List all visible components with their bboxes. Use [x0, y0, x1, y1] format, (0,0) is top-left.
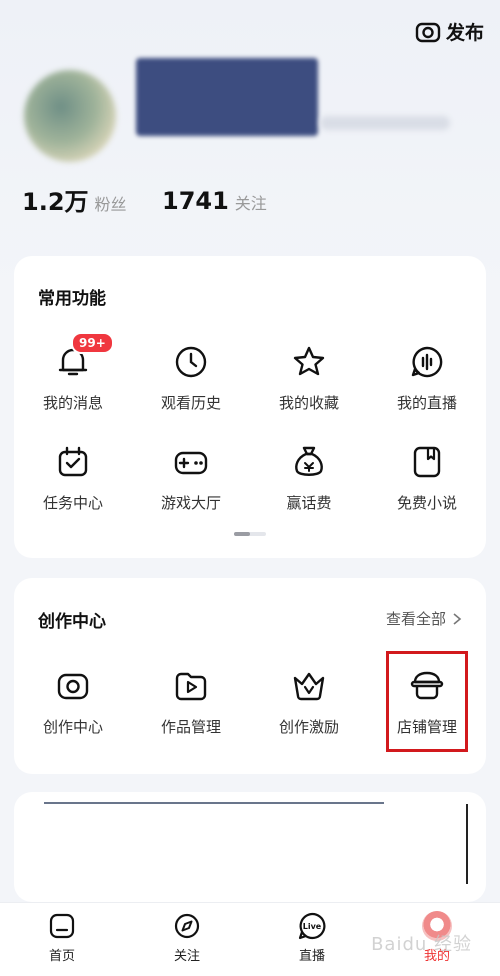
grid-item-label: 免费小说 — [396, 494, 457, 512]
common-functions-title: 常用功能 — [38, 289, 106, 309]
grid-item-game-hall[interactable]: 游戏大厅 — [132, 442, 250, 513]
fans-stat[interactable]: 1.2万 粉丝 — [22, 190, 127, 217]
grid-item-win-credit[interactable]: 赢话费 — [250, 442, 368, 513]
user-id-blurred — [320, 116, 450, 130]
grid-item-favorites[interactable]: 我的收藏 — [250, 342, 368, 413]
grid-item-label: 创作激励 — [278, 718, 339, 736]
nav-label: 直播 — [298, 949, 325, 964]
grid-item-works-management[interactable]: 作品管理 — [132, 666, 250, 737]
grid-item-task-center[interactable]: 任务中心 — [14, 442, 132, 513]
view-all-link[interactable]: 查看全部 — [386, 608, 462, 629]
crown-icon — [293, 672, 325, 701]
profile-stats: 1.2万 粉丝 1741 关注 — [22, 190, 322, 230]
username-blurred — [136, 58, 318, 136]
grid-item-label: 观看历史 — [160, 394, 221, 412]
grid-item-my-live[interactable]: 我的直播 — [368, 342, 486, 413]
compass-icon — [174, 913, 200, 939]
message-badge: 99+ — [71, 332, 114, 354]
fans-count: 1.2万 — [22, 190, 89, 216]
video-folder-icon — [175, 672, 207, 701]
page-indicator-active — [234, 532, 250, 536]
live-icon — [411, 346, 443, 378]
chevron-right-icon — [453, 612, 462, 625]
grid-item-messages[interactable]: 99+ 我的消息 — [14, 332, 132, 413]
camera-icon — [57, 673, 89, 700]
grid-item-label: 赢话费 — [286, 494, 332, 512]
nav-item-home[interactable]: 首页 — [22, 911, 102, 964]
watermark: Baidu 经验 — [371, 934, 472, 955]
live-tv-icon: Live — [298, 912, 326, 940]
publish-button[interactable]: 发布 — [415, 18, 484, 45]
nav-item-follow[interactable]: 关注 — [147, 911, 227, 964]
following-label: 关注 — [234, 194, 267, 213]
grid-item-free-novels[interactable]: 免费小说 — [368, 442, 486, 513]
publish-label: 发布 — [445, 22, 484, 44]
highlight-box — [386, 651, 468, 752]
grid-item-label: 任务中心 — [42, 494, 103, 512]
grid-item-label: 游戏大厅 — [160, 494, 221, 512]
home-icon — [49, 913, 75, 939]
grid-item-history[interactable]: 观看历史 — [132, 342, 250, 413]
gamepad-icon — [174, 451, 208, 475]
banner-card[interactable] — [14, 792, 486, 902]
avatar[interactable] — [24, 70, 116, 162]
following-stat[interactable]: 1741 关注 — [162, 190, 267, 215]
grid-item-creator-center[interactable]: 创作中心 — [14, 666, 132, 737]
star-icon — [293, 346, 325, 376]
following-count: 1741 — [162, 190, 229, 215]
creator-center-title: 创作中心 — [38, 612, 106, 632]
grid-item-label: 我的直播 — [396, 394, 457, 412]
camera-icon — [415, 22, 441, 42]
banner-divider — [466, 804, 468, 884]
book-icon — [413, 446, 441, 478]
common-functions-card: 常用功能 99+ 我的消息 观看历史 我的收藏 我的直播 任务中心 游戏大厅 赢… — [14, 256, 486, 558]
nav-label: 关注 — [173, 949, 200, 964]
banner-decoration — [44, 802, 384, 804]
grid-item-label: 创作中心 — [42, 718, 103, 736]
money-bag-icon — [295, 446, 323, 476]
creator-center-card: 创作中心 查看全部 创作中心 作品管理 创作激励 店铺管理 — [14, 578, 486, 774]
nav-label: 首页 — [48, 949, 75, 964]
fans-label: 粉丝 — [94, 195, 127, 214]
page-indicator — [234, 532, 266, 536]
grid-item-creator-incentive[interactable]: 创作激励 — [250, 666, 368, 737]
task-calendar-icon — [58, 446, 88, 477]
nav-item-live[interactable]: Live 直播 — [272, 911, 352, 964]
grid-item-label: 我的消息 — [42, 394, 103, 412]
view-all-label: 查看全部 — [385, 610, 446, 628]
svg-text:Live: Live — [303, 922, 322, 931]
grid-item-label: 作品管理 — [160, 718, 221, 736]
clock-icon — [175, 346, 207, 378]
grid-item-label: 我的收藏 — [278, 394, 339, 412]
